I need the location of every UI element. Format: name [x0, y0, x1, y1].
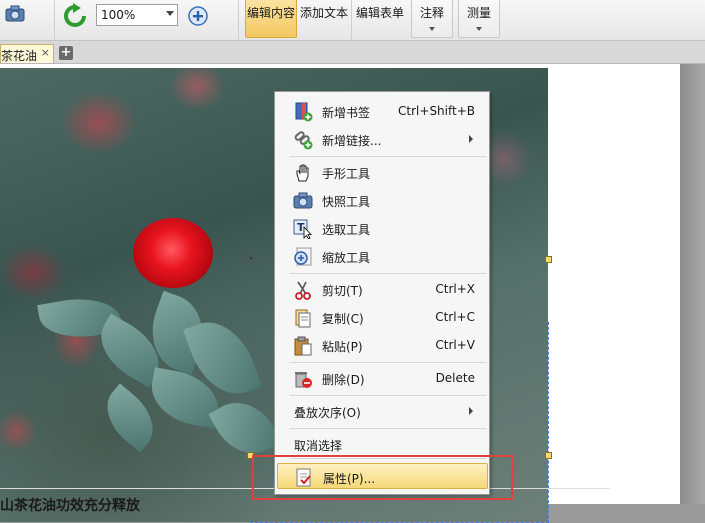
menu-shortcut: Ctrl+V: [435, 338, 475, 352]
toolbar-separator: [351, 0, 352, 40]
menu-item-deselect[interactable]: 取消选择: [277, 431, 487, 457]
menu-label: 剪切(T): [322, 284, 363, 298]
menu-item-zoom-tool[interactable]: 缩放工具: [277, 243, 487, 269]
menu-separator: [290, 273, 486, 274]
menu-item-hand-tool[interactable]: 手形工具: [277, 159, 487, 185]
scissors-icon: [295, 281, 311, 300]
tab-label: 茶花油: [1, 49, 38, 63]
menu-item-add-link[interactable]: 新增链接...: [277, 126, 487, 152]
menu-label: 删除(D): [322, 373, 365, 387]
menu-shortcut: Delete: [435, 371, 475, 385]
menu-shortcut: Ctrl+Shift+B: [398, 104, 475, 118]
page-shadow-margin: [680, 64, 705, 504]
document-heading: 山茶花油功效充分释放: [0, 498, 140, 514]
delete-icon: [295, 372, 312, 388]
add-text-label: 添加文本: [299, 6, 348, 20]
menu-label: 快照工具: [322, 195, 371, 209]
zoom-in-button[interactable]: [187, 5, 209, 27]
tab-bar: 茶花油 × +: [0, 41, 705, 64]
menu-item-stack-order[interactable]: 叠放次序(O): [277, 398, 487, 424]
hand-icon: [296, 164, 309, 182]
edit-content-label: 编辑内容: [246, 6, 295, 20]
rotate-button[interactable]: [62, 3, 88, 29]
edit-form-button[interactable]: 编辑表单: [354, 0, 406, 38]
menu-label: 粘贴(P): [322, 340, 363, 354]
resize-handle[interactable]: [545, 256, 552, 263]
menu-label: 叠放次序(O): [294, 406, 361, 420]
zoom-select[interactable]: 100%: [96, 4, 178, 26]
menu-shortcut: Ctrl+X: [435, 282, 475, 296]
measure-button[interactable]: 测量: [458, 0, 500, 38]
new-tab-button[interactable]: +: [59, 46, 73, 60]
measure-label: 测量: [466, 6, 491, 20]
copy-icon: [295, 309, 311, 328]
menu-label: 缩放工具: [322, 251, 371, 265]
menu-separator: [290, 395, 486, 396]
menu-separator: [290, 156, 486, 157]
menu-label: 新增链接...: [322, 134, 382, 148]
menu-shortcut: Ctrl+C: [435, 310, 475, 324]
close-icon[interactable]: ×: [41, 46, 50, 59]
toolbar-separator: [54, 0, 55, 40]
tab-document[interactable]: 茶花油 ×: [0, 44, 54, 63]
resize-handle[interactable]: [545, 452, 552, 459]
menu-item-delete[interactable]: 删除(D) Delete: [277, 365, 487, 391]
camera-icon: [5, 5, 25, 22]
add-text-button[interactable]: 添加文本: [298, 0, 350, 38]
context-menu: 新增书签 Ctrl+Shift+B 新增链接... 手形工具 快照工具 T 选取…: [274, 91, 490, 495]
menu-label: 手形工具: [322, 167, 371, 181]
rotation-pivot[interactable]: [245, 252, 257, 264]
submenu-arrow-icon: [469, 407, 473, 415]
menu-item-snapshot-tool[interactable]: 快照工具: [277, 187, 487, 213]
menu-separator: [290, 428, 486, 429]
bookmark-add-icon: [295, 102, 313, 122]
zoom-in-icon: [188, 6, 208, 26]
menu-item-paste[interactable]: 粘贴(P) Ctrl+V: [277, 332, 487, 358]
zoom-icon: [294, 247, 312, 266]
edit-form-label: 编辑表单: [355, 6, 404, 20]
highlight-callout-frame: [252, 455, 513, 500]
link-add-icon: [294, 131, 313, 150]
snapshot-tool-button[interactable]: [4, 4, 30, 28]
menu-item-copy[interactable]: 复制(C) Ctrl+C: [277, 304, 487, 330]
toolbar-separator: [238, 0, 239, 40]
camera-icon: [293, 192, 313, 209]
menu-separator: [290, 362, 486, 363]
zoom-value: 100%: [101, 8, 136, 22]
rotate-icon: [64, 3, 86, 27]
submenu-arrow-icon: [469, 135, 473, 143]
menu-label: 复制(C): [322, 312, 364, 326]
chevron-down-icon: [476, 27, 482, 31]
menu-label: 选取工具: [322, 223, 371, 237]
chevron-down-icon: [166, 11, 174, 16]
toolbar: 100% 编辑内容 添加文本 编辑表单 注释 测量: [0, 0, 705, 41]
menu-item-add-bookmark[interactable]: 新增书签 Ctrl+Shift+B: [277, 98, 487, 124]
annotate-label: 注释: [419, 6, 444, 20]
menu-label: 取消选择: [294, 439, 343, 453]
menu-item-cut[interactable]: 剪切(T) Ctrl+X: [277, 276, 487, 302]
edit-content-button[interactable]: 编辑内容: [245, 0, 297, 38]
chevron-down-icon: [429, 27, 435, 31]
menu-label: 新增书签: [322, 106, 371, 120]
menu-item-select-tool[interactable]: T 选取工具: [277, 215, 487, 241]
select-text-icon: T: [293, 219, 312, 239]
red-camellia-flower: [133, 218, 213, 288]
annotate-button[interactable]: 注释: [411, 0, 453, 38]
paste-icon: [294, 336, 312, 356]
